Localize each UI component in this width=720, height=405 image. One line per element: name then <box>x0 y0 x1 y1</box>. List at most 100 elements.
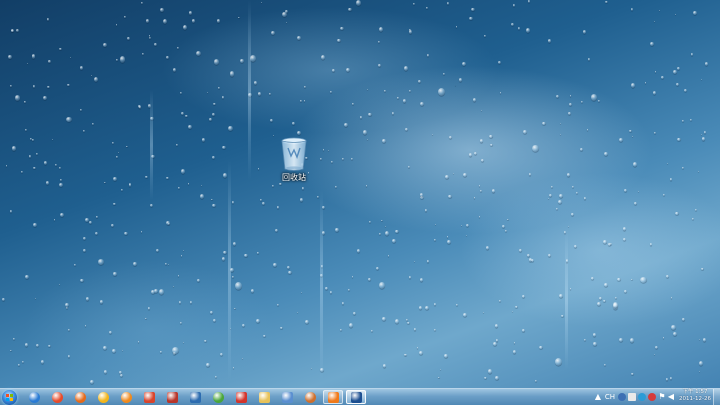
raindrop <box>682 318 685 321</box>
taskbar-button-red-swoosh-app[interactable] <box>231 390 251 404</box>
raindrop <box>375 267 379 271</box>
raindrop <box>331 160 334 164</box>
raindrop <box>211 198 213 201</box>
raindrop <box>231 275 234 278</box>
taskbar-button-wand-tool[interactable] <box>277 390 297 404</box>
taskbar-button-folder[interactable] <box>254 390 274 404</box>
raindrop <box>59 47 63 51</box>
raindrop <box>145 175 148 179</box>
raindrop <box>343 122 348 127</box>
raindrop <box>538 345 543 350</box>
qq-icon[interactable] <box>638 393 646 401</box>
show-desktop-button[interactable] <box>713 389 720 405</box>
taskbar[interactable]: ▲ CH ⚑ ◀ 下午 1:57 2011-12-26 <box>0 388 720 405</box>
security-app-icon[interactable] <box>648 393 656 401</box>
raindrop <box>690 119 693 121</box>
raindrop <box>142 52 145 55</box>
raindrop <box>177 47 180 50</box>
raindrop <box>603 364 606 367</box>
raindrop <box>701 137 706 141</box>
raindrop <box>204 339 208 343</box>
raindrop <box>220 353 224 357</box>
network-app-icon[interactable] <box>618 393 626 401</box>
red-square-app-icon <box>166 391 178 403</box>
raindrop <box>355 0 361 6</box>
taskbar-button-chrome[interactable] <box>47 390 67 404</box>
water-streak <box>320 190 323 380</box>
raindrop <box>522 329 525 332</box>
raindrop <box>391 112 395 116</box>
taskbar-button-monitor-app[interactable] <box>185 390 205 404</box>
raindrop <box>700 133 703 136</box>
raindrop <box>616 277 621 282</box>
raindrop <box>630 338 635 343</box>
raindrop <box>285 21 287 24</box>
raindrop <box>700 79 702 81</box>
taskbar-button-globe-app[interactable] <box>300 390 320 404</box>
raindrop <box>453 173 455 175</box>
raindrop <box>21 171 24 174</box>
raindrop <box>153 42 158 47</box>
input-method-indicator[interactable]: CH <box>604 393 616 401</box>
raindrop <box>24 128 28 132</box>
taskbar-button-internet-explorer[interactable] <box>24 390 44 404</box>
raindrop <box>650 243 653 246</box>
raindrop <box>45 180 50 185</box>
taskbar-button-red-square-app[interactable] <box>162 390 182 404</box>
raindrop <box>185 114 188 118</box>
raindrop <box>238 17 240 19</box>
raindrop <box>250 288 255 293</box>
raindrop <box>348 7 353 12</box>
raindrop <box>353 311 357 316</box>
raindrop <box>519 248 522 253</box>
raindrop <box>420 102 424 107</box>
raindrop <box>480 190 482 193</box>
raindrop <box>166 55 169 59</box>
raindrop <box>582 30 586 34</box>
raindrop <box>13 337 16 340</box>
raindrop <box>413 2 416 5</box>
raindrop <box>234 307 236 310</box>
raindrop <box>53 219 55 221</box>
raindrop <box>379 232 382 235</box>
volume-icon[interactable]: ◀ <box>667 393 675 401</box>
start-button[interactable] <box>2 390 17 405</box>
raindrop <box>382 364 387 368</box>
raindrop <box>691 218 694 221</box>
desktop[interactable]: 回收站 ▲ CH ⚑ ◀ 下午 1:57 2011-12-26 <box>0 0 720 405</box>
raindrop <box>654 354 656 356</box>
taskbar-button-orange-k-app[interactable] <box>323 390 343 404</box>
water-streak <box>228 160 231 380</box>
raindrop <box>121 350 123 352</box>
desktop-icon-recycle-bin[interactable]: 回收站 <box>272 136 316 188</box>
raindrop <box>339 328 342 332</box>
raindrop <box>484 35 486 38</box>
raindrop <box>487 369 492 374</box>
raindrop <box>88 221 92 225</box>
raindrop <box>113 202 116 206</box>
raindrop <box>148 35 150 37</box>
raindrop <box>222 173 227 179</box>
raindrop <box>10 349 12 352</box>
raindrop <box>598 99 601 102</box>
raindrop <box>669 178 673 181</box>
taskbar-button-utorrent[interactable] <box>208 390 228 404</box>
raindrop <box>148 37 151 40</box>
taskbar-button-firefox[interactable] <box>70 390 90 404</box>
taskbar-button-orange-circle-app[interactable] <box>116 390 136 404</box>
taskbar-button-photoshop[interactable] <box>346 390 366 404</box>
raindrop <box>5 165 8 167</box>
keyboard-icon[interactable] <box>628 393 636 401</box>
taskbar-button-sun-app[interactable] <box>93 390 113 404</box>
show-hidden-icons-arrow-icon[interactable]: ▲ <box>594 393 602 401</box>
raindrop <box>177 275 180 277</box>
raindrop <box>337 38 341 43</box>
taskbar-button-checkmark-tool[interactable] <box>139 390 159 404</box>
raindrop <box>690 53 694 56</box>
clock[interactable]: 下午 1:57 2011-12-26 <box>678 389 712 405</box>
raindrop <box>384 225 387 228</box>
raindrop <box>33 222 38 228</box>
raindrop <box>652 90 657 96</box>
raindrop <box>28 155 32 158</box>
flag-icon[interactable]: ⚑ <box>658 393 666 401</box>
